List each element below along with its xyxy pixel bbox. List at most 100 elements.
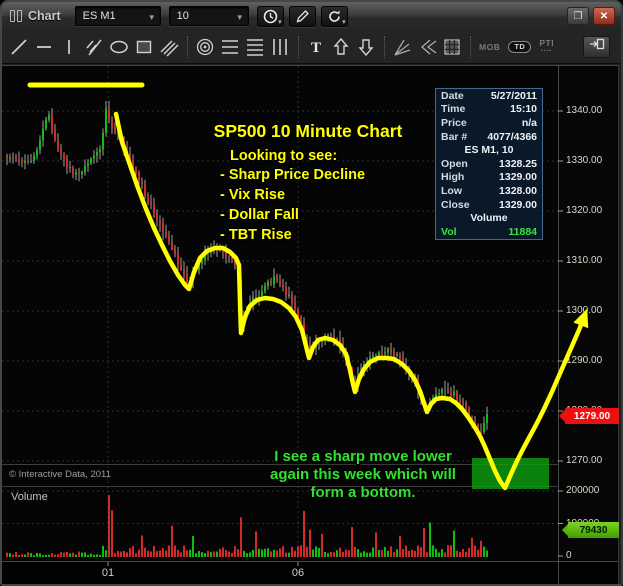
trendline-tool[interactable] (7, 35, 30, 59)
time-axis-label: 01 (96, 567, 120, 579)
panel-field: Low1328.00 (436, 184, 542, 198)
arrow-up-icon (330, 36, 352, 58)
speed-lines-tool[interactable] (243, 35, 266, 59)
annotation-bullet: - Sharp Price Decline (220, 165, 365, 185)
pti-tool-dots: ▪▪▪▪ (541, 47, 552, 55)
refresh-icon (327, 9, 342, 24)
chevron-down-icon: ▼ (148, 13, 156, 22)
draw-button[interactable] (289, 6, 316, 27)
drawing-toolbar: T MOB TD PTI▪▪▪▪ (2, 30, 621, 64)
fib-retracement-icon (219, 36, 241, 58)
fib-circles-tool[interactable] (193, 35, 216, 59)
panel-field: Date5/27/2011 (436, 89, 542, 103)
pitchfork-icon (83, 36, 105, 58)
window-panes-icon (10, 10, 22, 22)
price-axis-label: 1310.00 (566, 255, 602, 266)
horizontal-line-icon (33, 36, 55, 58)
chevron-down-icon: ▼ (236, 13, 244, 22)
price-axis-label: 1340.00 (566, 105, 602, 116)
text-tool-tool[interactable]: T (304, 35, 327, 59)
copyright-notice: © Interactive Data, 2011 (9, 469, 111, 480)
annotation-bullet: - Vix Rise (220, 185, 365, 205)
panel-field: Vol11884 (436, 225, 542, 239)
interval-value: 10 (177, 10, 189, 22)
title-bar: Chart ES M1 ▼ 10 ▼ ▾ ▾ ❐ (2, 2, 621, 30)
annotation-subheading: Looking to see: (230, 148, 337, 164)
volume-axis-label: 0 (566, 550, 572, 561)
green-note-line: form a bottom. (232, 484, 494, 502)
fib-circles-icon (194, 36, 216, 58)
panel-section-header: Volume (436, 211, 542, 225)
arrow-down-icon (355, 36, 377, 58)
pitchfork-tool[interactable] (82, 35, 105, 59)
grid-icon (441, 36, 463, 58)
annotation-bullet: - Dollar Fall (220, 205, 365, 225)
fib-fan-icon (416, 36, 438, 58)
grid-tool[interactable] (440, 35, 463, 59)
annotation-bullet: - TBT Rise (220, 225, 365, 245)
rectangle-tool[interactable] (132, 35, 155, 59)
last-price-tag: 1279.00 (565, 408, 619, 424)
volume-pane-label: Volume (11, 491, 48, 503)
td-indicator[interactable]: TD (505, 35, 534, 59)
fib-retracement-tool[interactable] (218, 35, 241, 59)
price-axis-label: 1300.00 (566, 305, 602, 316)
clock-icon (263, 9, 278, 24)
panel-field: Time15:10 (436, 103, 542, 117)
fib-timezones-tool[interactable] (268, 35, 291, 59)
chart-content: 1340.001330.001320.001310.001300.001290.… (2, 64, 621, 584)
restore-icon: ❐ (574, 11, 583, 22)
speed-lines-icon (244, 36, 266, 58)
toolbar-divider (470, 36, 471, 58)
time-settings-button[interactable]: ▾ (257, 6, 284, 27)
gann-fan-tool[interactable] (390, 35, 413, 59)
chevron-down-icon: ▾ (278, 18, 282, 26)
rectangle-icon (133, 36, 155, 58)
close-window-button[interactable]: ✕ (593, 7, 615, 25)
interval-dropdown[interactable]: 10 ▼ (169, 6, 249, 26)
toolbar-divider (187, 36, 188, 58)
price-axis-label: 1330.00 (566, 155, 602, 166)
ellipse-icon (108, 36, 130, 58)
time-axis-label: 06 (286, 567, 310, 579)
parallel-lines-icon (158, 36, 180, 58)
pin-window-icon (589, 37, 605, 56)
pin-chart-button[interactable] (583, 36, 610, 58)
arrow-down-tool[interactable] (354, 35, 377, 59)
fib-timezones-icon (269, 36, 291, 58)
panel-field: High1329.00 (436, 171, 542, 185)
quote-data-panel: Date5/27/2011Time15:10Pricen/aBar #4077/… (435, 88, 543, 240)
parallel-lines-tool[interactable] (157, 35, 180, 59)
td-indicator-icon: TD (508, 41, 531, 53)
toolbar-divider (298, 36, 299, 58)
refresh-button[interactable]: ▾ (321, 6, 348, 27)
annotation-headline: SP500 10 Minute Chart (152, 121, 464, 142)
volume-axis-label: 200000 (566, 485, 599, 496)
chart-window: Chart ES M1 ▼ 10 ▼ ▾ ▾ ❐ (0, 0, 623, 586)
text-tool-icon: T (305, 36, 327, 58)
arrow-up-tool[interactable] (329, 35, 352, 59)
green-note-line: I see a sharp move lower (232, 448, 494, 466)
panel-field: Bar #4077/4366 (436, 130, 542, 144)
window-title: Chart (28, 9, 61, 23)
fib-fan-tool[interactable] (415, 35, 438, 59)
horizontal-line-tool[interactable] (32, 35, 55, 59)
annotation-green-note: I see a sharp move loweragain this week … (232, 448, 494, 502)
svg-text:T: T (310, 40, 320, 56)
pencil-icon (295, 9, 310, 24)
mob-tool[interactable]: MOB (476, 35, 503, 59)
restore-window-button[interactable]: ❐ (567, 7, 589, 25)
panel-section-header: ES M1, 10 (436, 143, 542, 157)
symbol-dropdown[interactable]: ES M1 ▼ (75, 6, 161, 26)
vertical-line-icon (58, 36, 80, 58)
close-icon: ✕ (600, 11, 608, 22)
ellipse-tool[interactable] (107, 35, 130, 59)
pti-tool[interactable]: PTI▪▪▪▪ (536, 35, 557, 59)
price-axis-label: 1320.00 (566, 205, 602, 216)
panel-field: Close1329.00 (436, 198, 542, 212)
chevron-down-icon: ▾ (342, 18, 346, 26)
annotation-bullet-list: - Sharp Price Decline- Vix Rise- Dollar … (220, 165, 365, 245)
vertical-line-tool[interactable] (57, 35, 80, 59)
pti-tool-icon: PTI (539, 39, 554, 47)
trendline-icon (8, 36, 30, 58)
